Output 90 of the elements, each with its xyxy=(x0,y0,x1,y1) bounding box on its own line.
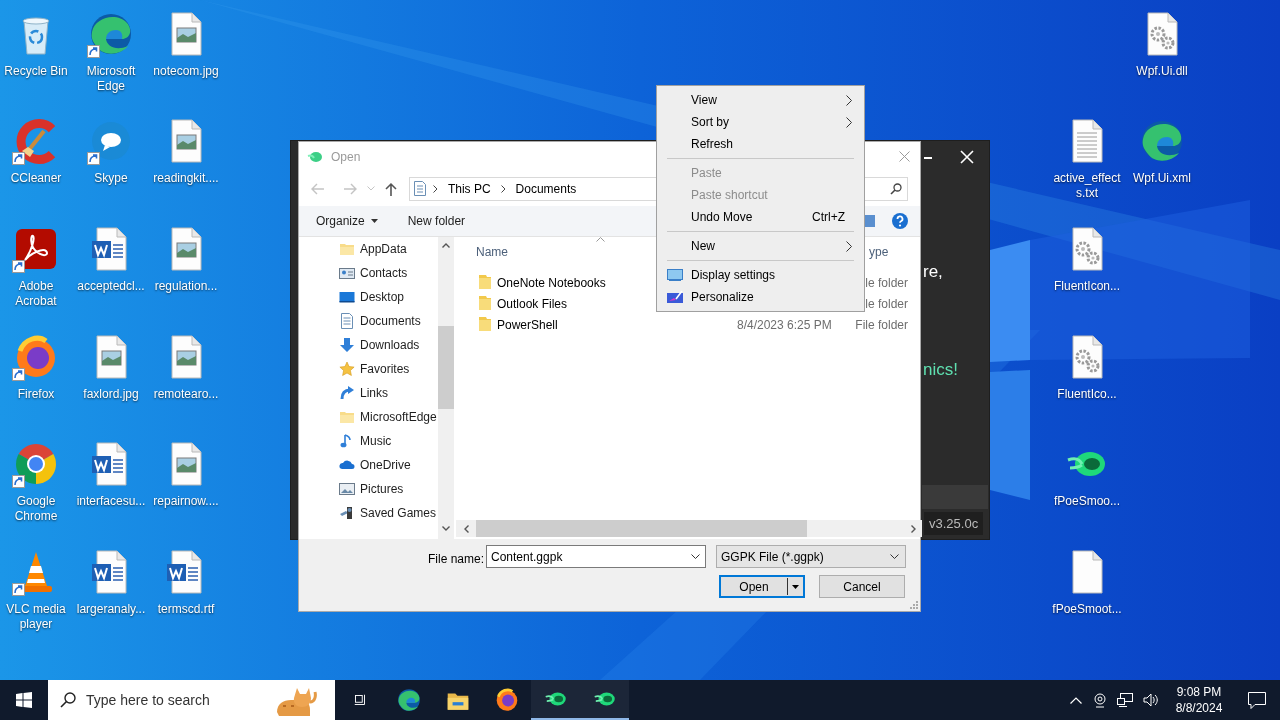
chevron-down-icon[interactable] xyxy=(691,554,700,559)
input-field[interactable] xyxy=(922,485,988,509)
search-icon xyxy=(890,182,902,195)
paint-brush-icon xyxy=(667,290,683,303)
picture-icon xyxy=(339,481,355,497)
nav-item[interactable]: Links xyxy=(339,381,388,405)
close-icon xyxy=(898,151,910,162)
resize-grip-icon[interactable] xyxy=(910,601,918,609)
scrollbar[interactable] xyxy=(456,520,922,537)
menu-item[interactable]: View xyxy=(657,89,864,111)
toolbar-button[interactable]: Organize xyxy=(316,212,378,230)
app-text: re, xyxy=(923,261,943,283)
app-logo-icon xyxy=(307,149,323,164)
nav-item[interactable]: MicrosoftEdge xyxy=(339,405,437,429)
scroll-thumb[interactable] xyxy=(438,326,454,409)
file-type: le folder xyxy=(865,296,908,313)
taskbar-app[interactable] xyxy=(580,680,629,720)
file-type: le folder xyxy=(865,275,908,292)
menu-item[interactable]: Refresh xyxy=(657,133,864,155)
nav-item[interactable]: OneDrive xyxy=(339,453,411,477)
chevron-right-icon xyxy=(432,184,438,193)
up-arrow-icon[interactable] xyxy=(384,181,397,196)
menu-item[interactable]: Undo Move Ctrl+Z xyxy=(657,206,864,228)
link-arrow-icon xyxy=(339,385,355,401)
close-icon[interactable] xyxy=(960,150,974,164)
folder-icon xyxy=(339,241,355,257)
nav-item[interactable]: AppData xyxy=(339,237,407,261)
file-name: OneNote Notebooks xyxy=(497,275,606,292)
breadcrumb-item[interactable]: Documents xyxy=(515,179,577,198)
chevron-down-icon[interactable] xyxy=(442,526,450,531)
column-header[interactable]: Name xyxy=(476,243,508,261)
sort-caret-icon xyxy=(596,237,605,242)
chevron-down-icon xyxy=(890,554,899,559)
nav-item[interactable]: Music xyxy=(339,429,392,453)
windows-logo-icon xyxy=(16,692,32,708)
chevron-right-icon xyxy=(500,184,506,193)
nav-item[interactable]: Favorites xyxy=(339,357,410,381)
webcam-icon[interactable] xyxy=(1093,692,1107,708)
nav-item[interactable]: Saved Games xyxy=(339,501,437,525)
menu-item[interactable]: New xyxy=(657,235,864,257)
speaker-icon[interactable] xyxy=(1143,693,1159,707)
app-text: nics! xyxy=(923,359,958,381)
contact-card-icon xyxy=(339,265,355,281)
scrollbar[interactable] xyxy=(438,237,454,539)
folder-icon xyxy=(478,316,492,332)
file-type: File folder xyxy=(855,317,908,334)
star-icon xyxy=(339,361,355,377)
nav-item[interactable]: Desktop xyxy=(339,285,405,309)
document-icon xyxy=(339,313,355,329)
network-icon[interactable] xyxy=(1117,693,1133,707)
chevron-left-icon[interactable] xyxy=(464,525,469,533)
chevron-up-icon[interactable] xyxy=(442,243,450,248)
toolbar-button[interactable]: New folder xyxy=(407,212,466,230)
file-date: 8/4/2023 6:25 PM xyxy=(737,317,832,334)
split-button[interactable]: Open xyxy=(719,575,805,598)
file-name: Outlook Files xyxy=(497,296,568,313)
download-arrow-icon xyxy=(339,337,355,353)
file-name: PowerShell xyxy=(497,317,558,334)
help-icon[interactable] xyxy=(892,213,908,229)
breadcrumb-item[interactable]: This PC xyxy=(447,179,491,198)
menu-item[interactable]: Display settings xyxy=(657,264,864,286)
document-icon xyxy=(413,181,426,196)
notification-icon[interactable] xyxy=(1248,691,1266,709)
taskbar-app[interactable] xyxy=(531,680,580,720)
swirl-logo-icon xyxy=(395,687,422,713)
games-icon xyxy=(339,505,355,521)
nav-item[interactable]: Documents xyxy=(339,309,421,333)
menu-item[interactable]: Personalize xyxy=(657,286,864,308)
caret-icon xyxy=(792,584,799,589)
folder-icon xyxy=(478,295,492,311)
window-title: Open xyxy=(331,148,361,166)
scroll-thumb[interactable] xyxy=(476,520,807,537)
version-label: v3.25.0c xyxy=(924,512,984,535)
folder-icon xyxy=(478,274,492,290)
search-icon xyxy=(60,692,76,708)
search-box[interactable]: Type here to search xyxy=(48,680,335,720)
file-type-dropdown[interactable]: GGPK File (*.ggpk) xyxy=(716,545,906,568)
nav-item[interactable]: Contacts xyxy=(339,261,408,285)
nav-item[interactable]: Downloads xyxy=(339,333,420,357)
menu-item[interactable]: Sort by xyxy=(657,111,864,133)
nav-item[interactable]: Pictures xyxy=(339,477,404,501)
clock[interactable]: 9:08 PM 8/8/2024 xyxy=(1170,684,1228,716)
file-name-combo[interactable]: Content.ggpk xyxy=(486,545,706,568)
desktop-icon xyxy=(339,289,355,305)
field-label: File name: xyxy=(428,551,485,568)
column-header[interactable]: ype xyxy=(869,243,889,261)
push-button[interactable]: Cancel xyxy=(819,575,905,598)
chevron-right-icon[interactable] xyxy=(911,525,916,533)
folder-icon xyxy=(339,409,355,425)
monitor-icon xyxy=(667,269,683,281)
